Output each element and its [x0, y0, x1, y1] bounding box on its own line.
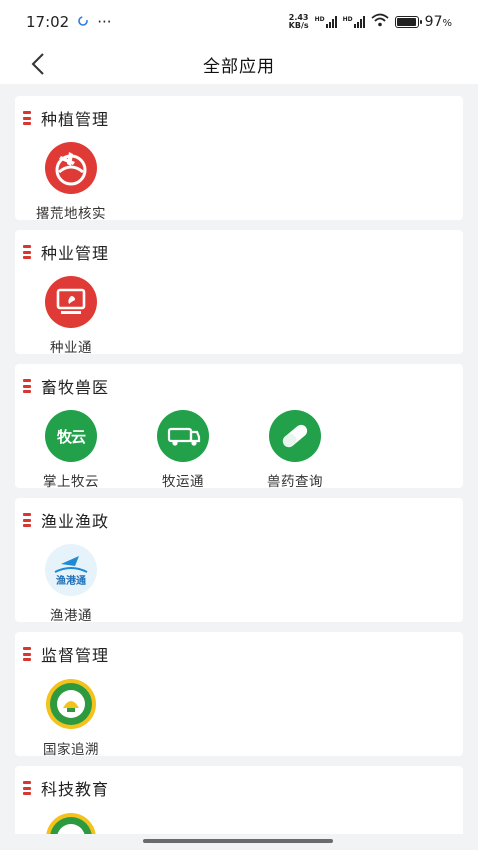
network-speed: 2.43 KB/s	[288, 13, 309, 30]
section-title: 种植管理	[41, 110, 110, 129]
more-notifications-icon: ···	[97, 13, 112, 31]
wifi-icon	[371, 13, 389, 31]
status-left: 17:02 ···	[26, 13, 112, 31]
chevron-left-icon	[31, 53, 44, 75]
section-card-animal-husbandry: 畜牧兽医 牧云 掌上牧云 牧运通 兽药查询	[15, 364, 463, 490]
section-card-planting: 种植管理 撂荒地核实	[15, 96, 463, 222]
monitor-leaf-icon	[45, 276, 97, 328]
capsule-icon	[269, 410, 321, 462]
app-label: 渔港通	[50, 608, 92, 624]
section-marker-icon	[23, 513, 31, 527]
section-header: 畜牧兽医	[23, 374, 109, 398]
truck-icon	[157, 410, 209, 462]
battery-percent: 97%	[424, 14, 452, 30]
section-card-seed-industry: 种业管理 种业通	[15, 230, 463, 356]
app-label: 牧运通	[162, 474, 204, 490]
section-title: 科技教育	[41, 780, 110, 799]
traceability-seal-icon	[45, 678, 97, 730]
section-marker-icon	[23, 379, 31, 393]
status-right: 2.43 KB/s HD HD 97%	[289, 13, 452, 31]
section-card-supervision: 监督管理 国家追溯	[15, 632, 463, 758]
section-marker-icon	[23, 781, 31, 795]
app-pocket-muyun[interactable]: 牧云 掌上牧云	[15, 410, 127, 490]
section-title: 种业管理	[41, 244, 110, 263]
section-marker-icon	[23, 245, 31, 259]
app-grid: 国家追溯	[15, 678, 127, 758]
section-marker-icon	[23, 111, 31, 125]
app-label: 种业通	[50, 340, 92, 356]
app-grid: 牧云 掌上牧云 牧运通 兽药查询	[15, 410, 351, 490]
app-label: 国家追溯	[43, 742, 99, 758]
app-list: 种植管理 撂荒地核实 种业管理 种业通 畜牧兽医 牧云 掌上牧云 牧运通 兽药查…	[0, 84, 478, 834]
education-seal-icon	[45, 812, 97, 834]
muyun-logo-icon: 牧云	[45, 410, 97, 462]
app-grid	[15, 812, 127, 834]
app-grid: 种业通	[15, 276, 127, 356]
app-label: 掌上牧云	[43, 474, 99, 490]
signal-icon-2: HD	[343, 16, 365, 28]
app-grid: 撂荒地核实	[15, 142, 127, 222]
section-title: 畜牧兽医	[41, 378, 110, 397]
nav-bar: 全部应用	[0, 44, 478, 84]
app-seed-industry[interactable]: 种业通	[15, 276, 127, 356]
section-header: 渔业渔政	[23, 508, 109, 532]
globe-plane-icon	[45, 142, 97, 194]
app-tech-education[interactable]	[15, 812, 127, 834]
section-header: 监督管理	[23, 642, 109, 666]
back-button[interactable]	[24, 50, 52, 78]
app-abandoned-land-check[interactable]: 撂荒地核实	[15, 142, 127, 222]
fishing-port-logo-icon: 渔港通	[45, 544, 97, 596]
app-label: 兽药查询	[267, 474, 323, 490]
home-indicator[interactable]	[143, 839, 333, 843]
battery-icon	[394, 16, 422, 28]
section-title: 渔业渔政	[41, 512, 110, 531]
page-title: 全部应用	[203, 56, 275, 77]
status-time: 17:02	[26, 13, 70, 31]
section-card-fishery: 渔业渔政 渔港通 渔港通	[15, 498, 463, 624]
app-vet-drug-search[interactable]: 兽药查询	[239, 410, 351, 490]
section-header: 种业管理	[23, 240, 109, 264]
section-header: 种植管理	[23, 106, 109, 130]
sync-icon	[77, 13, 89, 31]
app-grid: 渔港通 渔港通	[15, 544, 127, 624]
section-card-tech-education: 科技教育	[15, 766, 463, 834]
section-marker-icon	[23, 647, 31, 661]
app-label: 撂荒地核实	[36, 206, 106, 222]
app-muyuntong[interactable]: 牧运通	[127, 410, 239, 490]
app-national-traceability[interactable]: 国家追溯	[15, 678, 127, 758]
app-fishing-port[interactable]: 渔港通 渔港通	[15, 544, 127, 624]
signal-icon-1: HD	[315, 16, 337, 28]
section-header: 科技教育	[23, 776, 109, 800]
section-title: 监督管理	[41, 646, 110, 665]
status-bar: 17:02 ··· 2.43 KB/s HD HD 97%	[0, 0, 478, 44]
